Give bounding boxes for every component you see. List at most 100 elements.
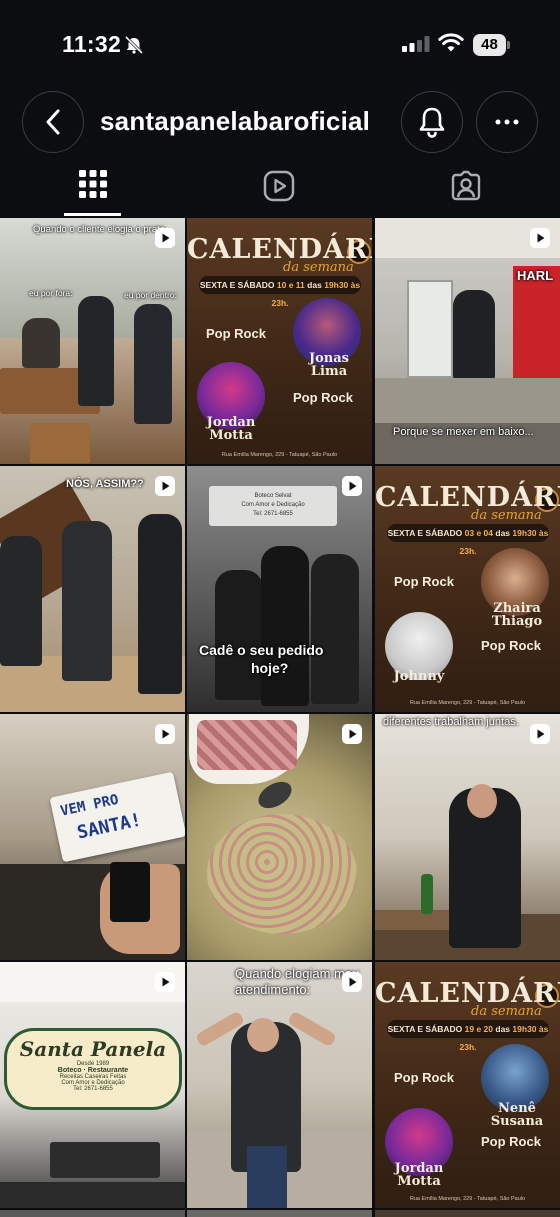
reel-indicator-icon (342, 724, 362, 744)
tagged-icon (451, 170, 481, 201)
restaurant-sign: Santa Panela Desde 1989 Boteco · Restaur… (4, 1028, 182, 1110)
restaurant-sign: Boteco Selvat Com Amor e Dedicação Tel: 26… (209, 486, 337, 526)
post-caption: Porque se mexer em baixo... (393, 426, 534, 438)
person-silhouette (78, 296, 114, 406)
calendar-subtitle: da semana (471, 1004, 542, 1019)
reels-icon (263, 170, 295, 202)
battery-icon: 48 (473, 34, 510, 56)
artist-name: Johnny (393, 669, 445, 684)
person-face (247, 1018, 279, 1052)
counter (375, 378, 560, 428)
address-text: Rua Emília Marengo, 229 - Tatuapé, São P… (409, 1196, 526, 1202)
wall-sign (50, 1142, 160, 1178)
profile-username: santapanelabaroficial (100, 106, 371, 136)
tab-reels[interactable] (219, 162, 339, 218)
post-caption: NÓS, ASSIM?? (66, 478, 144, 490)
post-thumbnail[interactable]: CALENDÁRIO da semana SEXTA E SÁBADO 19 e… (375, 962, 560, 1208)
calendar-dates: SEXTA E SÁBADO 19 e 20 das 19h30 às 23h. (387, 1020, 549, 1052)
music-genre: Pop Rock (206, 326, 266, 341)
music-genre: Pop Rock (394, 1070, 454, 1085)
address-text: Rua Emília Marengo, 229 - Tatuapé, São P… (221, 452, 338, 458)
post-thumbnail[interactable]: HARL Porque se mexer em baixo... (375, 218, 560, 464)
person-silhouette (62, 521, 112, 681)
chevron-left-icon (46, 109, 60, 135)
calendar-dates: SEXTA E SÁBADO 10 e 11 das 19h30 às 23h. (199, 276, 361, 308)
calendar-subtitle: da semana (471, 508, 542, 523)
profile-header: santapanelabaroficial (0, 90, 560, 156)
drinks-fridge (407, 280, 453, 378)
post-thumbnail[interactable] (0, 1210, 185, 1217)
post-caption: atendimento: (235, 982, 311, 997)
post-thumbnail[interactable]: Boteco Selvat Com Amor e Dedicação Tel: 26… (187, 466, 372, 712)
artist-name: Jonas Lima (308, 351, 349, 379)
person-silhouette (138, 514, 182, 694)
person-silhouette (453, 290, 495, 380)
reel-indicator-icon (530, 724, 550, 744)
post-thumbnail[interactable]: diferentes trabalham juntas. (375, 714, 560, 960)
post-thumbnail[interactable]: NÓS, ASSIM?? (0, 466, 185, 712)
post-thumbnail[interactable] (375, 1210, 560, 1217)
calendar-dates: SEXTA E SÁBADO 03 e 04 das 19h30 às 23h. (387, 524, 549, 556)
post-caption: eu por fora: (29, 288, 73, 298)
artist-name: Jordan Motta (394, 1161, 444, 1189)
person-silhouette (215, 570, 263, 700)
diced-sausage (197, 720, 297, 770)
person-silhouette (0, 536, 42, 666)
profile-tabs (0, 162, 560, 218)
status-time: 11:32 (62, 31, 122, 57)
more-options-button[interactable] (476, 91, 538, 153)
reel-indicator-icon (155, 476, 175, 496)
post-thumbnail[interactable] (187, 1210, 372, 1217)
more-horizontal-icon (495, 119, 519, 125)
post-thumbnail[interactable]: Quando elogiam meu atendimento: (187, 962, 372, 1208)
cellular-signal-icon (402, 36, 430, 57)
person-silhouette (261, 546, 309, 706)
reel-indicator-icon (155, 724, 175, 744)
music-genre: Pop Rock (293, 390, 353, 405)
music-genre: Pop Rock (481, 1134, 541, 1149)
music-genre: Pop Rock (481, 638, 541, 653)
tab-grid[interactable] (33, 162, 153, 218)
tab-tagged[interactable] (406, 162, 526, 218)
post-caption: diferentes trabalham juntas. (383, 716, 519, 728)
post-caption: Quando o cliente elogia o prato (33, 224, 166, 235)
post-thumbnail[interactable]: VEM PRO SANTA! (0, 714, 185, 960)
active-tab-indicator (64, 213, 121, 216)
silent-mode-icon (124, 35, 144, 59)
fridge-label: HARL (517, 268, 554, 283)
post-caption: eu por dentro: (124, 290, 177, 300)
person-silhouette (22, 318, 60, 368)
back-button[interactable] (22, 91, 84, 153)
person-silhouette (311, 554, 359, 704)
post-thumbnail[interactable]: Santa Panela Desde 1989 Boteco · Restaur… (0, 962, 185, 1208)
notifications-button[interactable] (401, 91, 463, 153)
beer-bottle (421, 874, 433, 914)
posts-grid: Quando o cliente elogia o prato eu por f… (0, 218, 560, 1217)
address-text: Rua Emília Marengo, 229 - Tatuapé, São P… (409, 700, 526, 706)
food-mixture (207, 814, 357, 934)
artist-name: Zhaira Thiago (491, 601, 543, 629)
reel-indicator-icon (530, 228, 550, 248)
wifi-icon (438, 33, 464, 58)
person-face (467, 784, 497, 818)
bell-icon (419, 107, 445, 138)
reel-indicator-icon (342, 972, 362, 992)
post-caption: hoje? (251, 660, 289, 676)
calendar-subtitle: da semana (283, 260, 354, 275)
music-genre: Pop Rock (394, 574, 454, 589)
post-caption: Cadê o seu pedido (199, 642, 324, 658)
artist-name: Jordan Motta (206, 415, 256, 443)
post-thumbnail[interactable]: CALENDÁRIO da semana SEXTA E SÁBADO 10 e… (187, 218, 372, 464)
grid-icon (79, 170, 107, 198)
handwritten-sign: VEM PRO SANTA! (49, 771, 185, 863)
battery-level: 48 (473, 34, 506, 56)
post-thumbnail[interactable] (187, 714, 372, 960)
person-silhouette (134, 304, 172, 424)
reel-indicator-icon (155, 228, 175, 248)
reel-indicator-icon (342, 476, 362, 496)
post-thumbnail[interactable]: Quando o cliente elogia o prato eu por f… (0, 218, 185, 464)
status-bar: 11:32 48 (0, 0, 560, 90)
jeans (247, 1146, 287, 1208)
post-thumbnail[interactable]: CALENDÁRIO da semana SEXTA E SÁBADO 03 e… (375, 466, 560, 712)
reel-indicator-icon (155, 972, 175, 992)
